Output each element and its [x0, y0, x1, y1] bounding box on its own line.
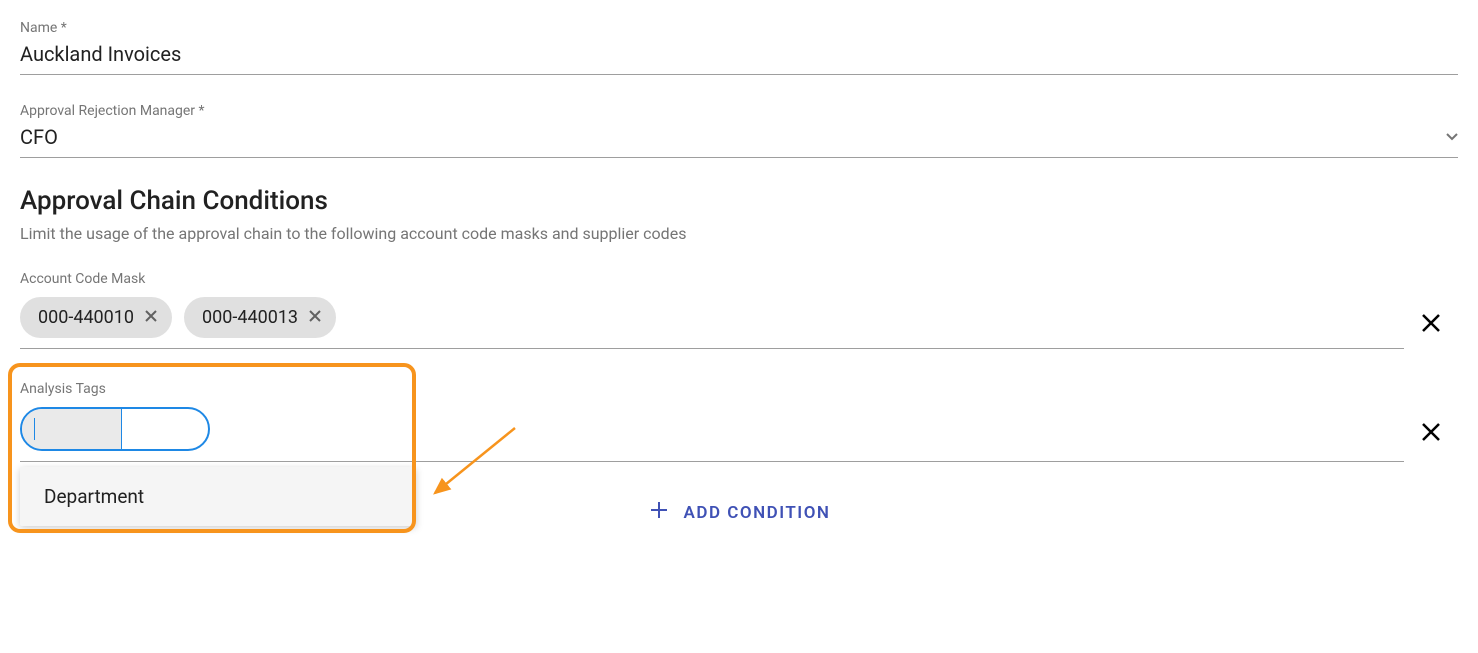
- account-code-mask-input[interactable]: 000-440010 000-440013: [20, 297, 1404, 349]
- name-value: Auckland Invoices: [20, 42, 181, 66]
- analysis-tags-row: Analysis Tags Department: [20, 373, 1458, 462]
- chevron-down-icon: [1446, 130, 1458, 144]
- conditions-description: Limit the usage of the approval chain to…: [20, 224, 1458, 243]
- rejection-manager-label: Approval Rejection Manager *: [20, 103, 1458, 119]
- analysis-tag-chip-input[interactable]: [20, 407, 210, 451]
- text-cursor: [34, 418, 35, 440]
- remove-condition-button[interactable]: [1420, 421, 1442, 448]
- analysis-tags-label: Analysis Tags: [20, 381, 1404, 397]
- chip-label: 000-440010: [38, 307, 134, 328]
- analysis-tags-input[interactable]: [20, 407, 1404, 462]
- rejection-manager-field: Approval Rejection Manager * CFO: [20, 103, 1458, 158]
- close-icon[interactable]: [144, 308, 158, 327]
- chip-label: 000-440013: [202, 307, 298, 328]
- account-code-mask-label: Account Code Mask: [20, 271, 1404, 287]
- rejection-manager-select[interactable]: CFO: [20, 125, 1458, 158]
- add-condition-label: ADD CONDITION: [684, 503, 831, 523]
- name-field: Name * Auckland Invoices: [20, 20, 1458, 75]
- account-mask-chip: 000-440013: [184, 297, 336, 338]
- analysis-tags-dropdown: Department: [20, 467, 416, 526]
- close-icon[interactable]: [308, 308, 322, 327]
- name-label: Name *: [20, 20, 1458, 36]
- remove-condition-button[interactable]: [1420, 312, 1442, 339]
- dropdown-option-department[interactable]: Department: [20, 467, 416, 526]
- conditions-heading: Approval Chain Conditions: [20, 186, 1458, 216]
- plus-icon: [648, 498, 670, 528]
- account-code-mask-row: Account Code Mask 000-440010 000-440013: [20, 271, 1458, 349]
- name-input[interactable]: Auckland Invoices: [20, 42, 1458, 75]
- rejection-manager-value: CFO: [20, 125, 58, 149]
- account-mask-chip: 000-440010: [20, 297, 172, 338]
